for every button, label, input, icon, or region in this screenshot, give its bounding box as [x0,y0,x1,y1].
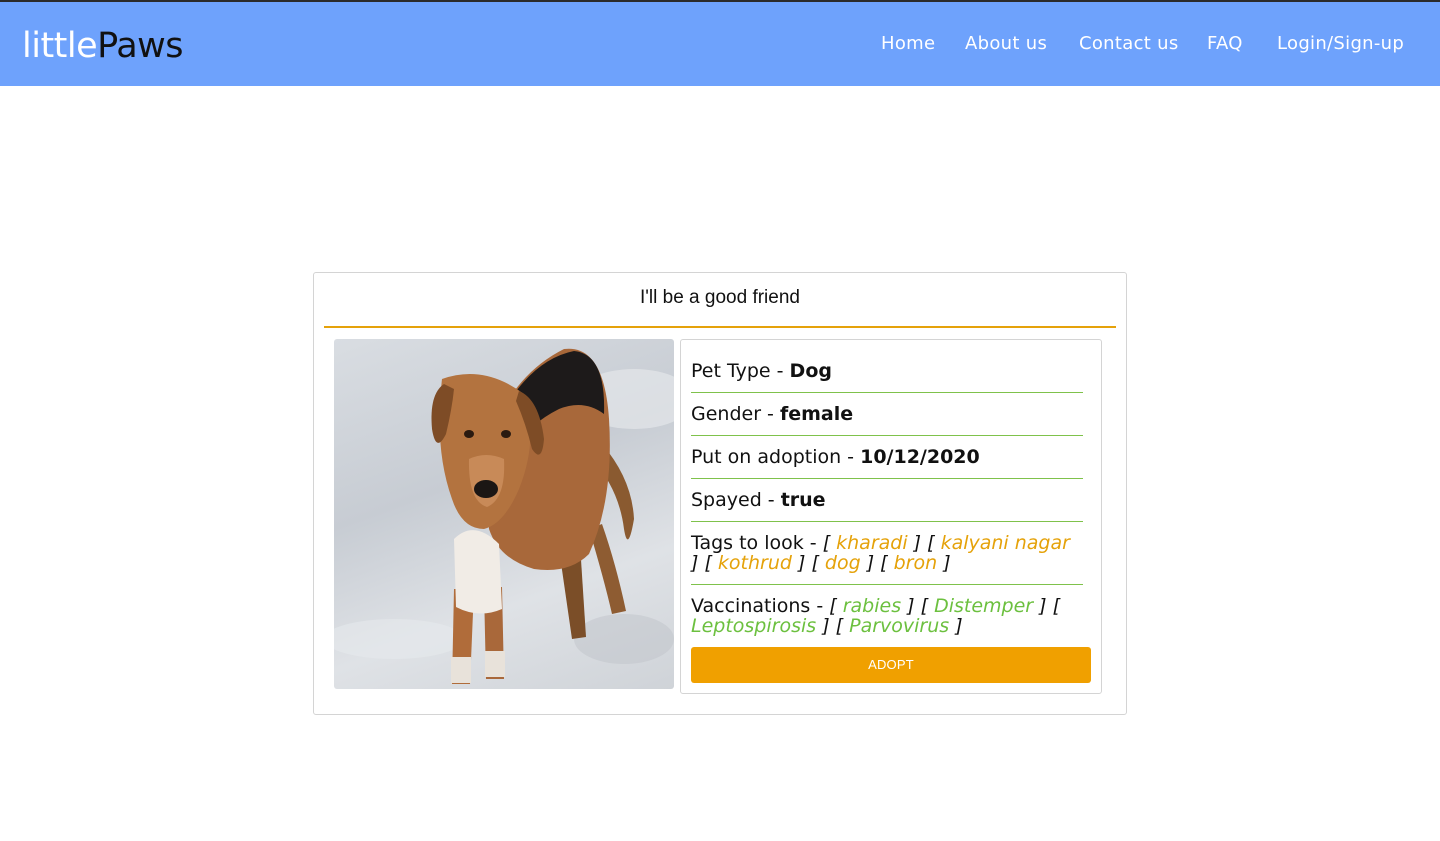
tag-item[interactable]: kothrud [718,552,792,574]
vaccine-item: rabies [842,595,902,617]
tags-label: Tags to look - [691,532,823,554]
nav-about-link[interactable]: About us [965,32,1047,56]
row-divider [691,584,1083,585]
nav-home-link[interactable]: Home [881,32,935,56]
adoption-date-value: 10/12/2020 [860,446,980,468]
spayed-row: Spayed - true [691,490,1083,510]
pet-type-row: Pet Type - Dog [691,361,1083,381]
vaccine-item: Parvovirus [849,615,950,637]
tag-item[interactable]: kharadi [836,532,907,554]
adoption-date-row: Put on adoption - 10/12/2020 [691,447,1083,467]
adopt-button[interactable]: ADOPT [691,647,1091,683]
pet-card: I'll be a good friend Pet Type - Dog Gen… [313,272,1127,715]
vaccinations-row: Vaccinations - [ rabies ] [ Distemper ] … [691,595,1060,637]
brand-logo[interactable]: littlePaws [22,26,183,66]
tag-item[interactable]: bron [894,552,938,574]
adoption-date-label: Put on adoption - [691,446,861,468]
tags-row: Tags to look - [ kharadi ] [ kalyani nag… [691,532,1070,574]
row-divider [691,478,1083,479]
row-divider [691,392,1083,393]
navbar: littlePaws Home About us Contact us FAQ … [0,2,1440,86]
row-divider [691,521,1083,522]
dog-photo [334,339,674,689]
brand-dark: Paws [97,26,183,66]
tag-item[interactable]: kalyani nagar [941,532,1070,554]
pet-details-panel: Pet Type - Dog Gender - female Put on ad… [680,339,1102,694]
gender-value: female [779,403,854,425]
spayed-label: Spayed - [691,489,781,511]
vaccine-item: Leptospirosis [691,615,817,637]
pet-type-label: Pet Type - [691,360,790,382]
vaccine-item: Distemper [934,595,1034,617]
row-divider [691,435,1083,436]
nav-faq-link[interactable]: FAQ [1207,32,1243,56]
vaccinations-label: Vaccinations - [691,595,830,617]
card-title: I'll be a good friend [640,287,800,308]
brand-light: little [22,26,98,66]
gender-row: Gender - female [691,404,1083,424]
gender-label: Gender - [691,403,780,425]
spayed-value: true [780,489,826,511]
dog-illustration [334,348,674,684]
nav-contact-link[interactable]: Contact us [1079,32,1179,56]
title-divider [324,326,1116,328]
pet-type-value: Dog [789,360,832,382]
nav-login-link[interactable]: Login/Sign-up [1277,32,1404,56]
tag-item[interactable]: dog [825,552,861,574]
